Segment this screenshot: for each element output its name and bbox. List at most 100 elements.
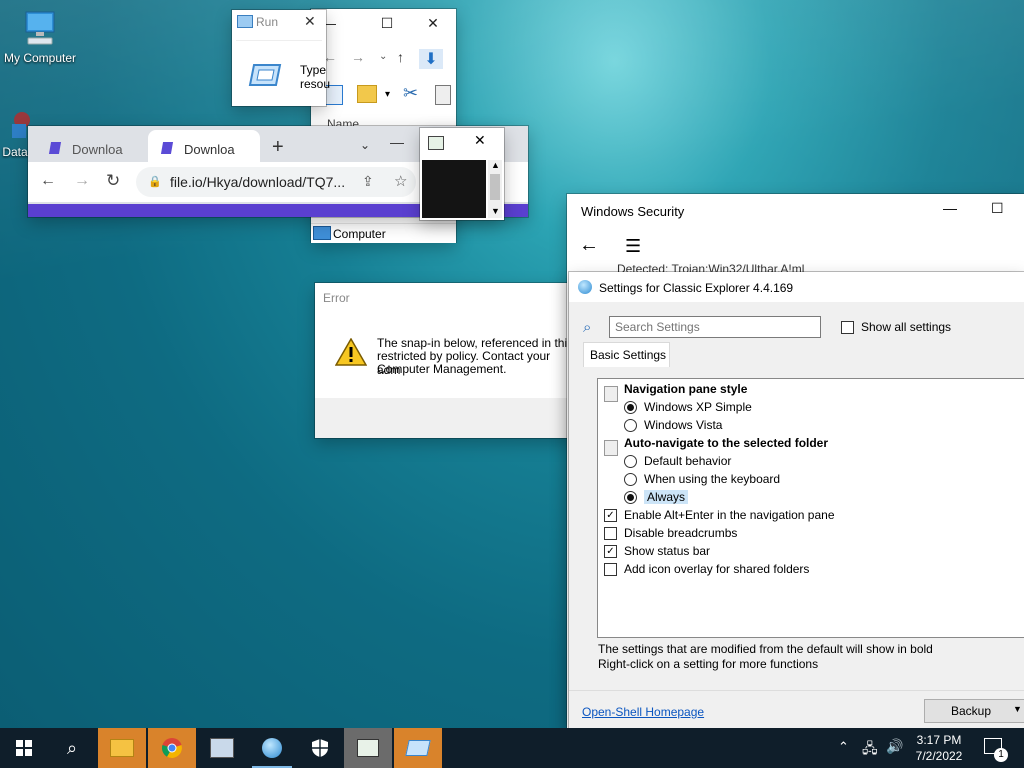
network-icon[interactable]: 🖧 (862, 738, 878, 762)
taskbar-chrome[interactable] (148, 728, 196, 768)
tab-search-chevron-icon[interactable]: ⌄ (360, 138, 370, 152)
desktop-icon-label: Data (2, 145, 28, 159)
desktop-icon-data[interactable]: Data (0, 108, 30, 159)
check-add-icon-overlay[interactable]: Add icon overlay for shared folders (604, 560, 809, 578)
tab-1[interactable]: Downloa (38, 132, 146, 162)
check-show-status-bar[interactable]: ✓ Show status bar (604, 542, 710, 560)
maximize-button[interactable]: ☐ (991, 200, 1004, 217)
checkbox[interactable] (604, 563, 617, 577)
forward-arrow-icon[interactable]: → (74, 172, 90, 190)
option-label: Windows XP Simple (644, 400, 752, 414)
checkbox[interactable] (604, 527, 617, 541)
taskbar-open-shell[interactable] (248, 728, 296, 768)
radio-when-using-keyboard[interactable]: When using the keyboard (624, 470, 780, 488)
checkbox[interactable]: ✓ (604, 509, 617, 523)
classic-explorer-settings-window[interactable]: Settings for Classic Explorer 4.4.169 ⌕ … (569, 272, 1024, 729)
taskbar-windows-security[interactable] (296, 728, 344, 768)
scroll-down-icon[interactable]: ▼ (491, 206, 500, 216)
chevron-up-icon[interactable]: ⌃ (838, 739, 849, 755)
up-arrow-icon[interactable]: ↑ (397, 49, 404, 65)
small-window[interactable]: ✕ ▲ ▼ (420, 128, 504, 220)
black-content (422, 160, 486, 218)
taskbar: ⌕ ⌃ 🖧 🔊 3:17 PM 7/2/2022 1 (0, 728, 1024, 768)
url-text: file.io/Hkya/download/TQ7... (170, 174, 346, 190)
close-icon[interactable]: ✕ (304, 13, 316, 30)
radio-button[interactable] (624, 455, 637, 469)
tab-label: Downloa (184, 142, 235, 157)
radio-windows-xp-simple[interactable]: Windows XP Simple (624, 398, 752, 416)
radio-button[interactable] (624, 419, 637, 433)
dropdown-arrow-icon[interactable]: ▼ (1013, 704, 1022, 714)
share-icon[interactable]: ⇪ (362, 173, 374, 190)
clock[interactable]: 3:17 PM 7/2/2022 (914, 732, 964, 764)
button-label: Backup (951, 704, 992, 718)
folder-icon (110, 739, 134, 757)
desktop-icon-my-computer[interactable]: My Computer (0, 8, 80, 65)
new-tab-button[interactable]: + (272, 136, 284, 159)
settings-group-icon (604, 440, 618, 456)
radio-button[interactable] (624, 401, 637, 415)
tab-basic-settings[interactable]: Basic Settings (583, 342, 670, 367)
close-icon[interactable]: ✕ (474, 132, 486, 149)
info-note: The settings that are modified from the … (598, 642, 933, 656)
radio-default-behavior[interactable]: Default behavior (624, 452, 731, 470)
open-shell-homepage-link[interactable]: Open-Shell Homepage (582, 705, 704, 719)
forward-arrow-icon[interactable]: → (351, 49, 365, 65)
check-enable-alt-enter[interactable]: ✓ Enable Alt+Enter in the navigation pane (604, 506, 835, 524)
scrollbar[interactable]: ▲ ▼ (488, 160, 502, 218)
maximize-button[interactable]: ☐ (367, 9, 407, 37)
taskbar-file-explorer[interactable] (98, 728, 146, 768)
radio-always[interactable]: Always (624, 488, 689, 506)
tab-2-active[interactable]: Downloa (148, 130, 260, 162)
group-navigation-pane-style[interactable]: Navigation pane style (624, 380, 747, 398)
shield-icon (312, 739, 328, 757)
reload-icon[interactable]: ↻ (106, 171, 120, 191)
run-description-2: resou (300, 77, 331, 91)
close-button[interactable]: ✕ (413, 9, 453, 37)
group-auto-navigate[interactable]: Auto-navigate to the selected folder (624, 434, 828, 452)
radio-windows-vista[interactable]: Windows Vista (624, 416, 722, 434)
taskbar-app-window[interactable] (344, 728, 392, 768)
checkbox[interactable] (841, 321, 854, 335)
taskbar-run[interactable] (394, 728, 442, 768)
window-title: Windows Security (581, 204, 685, 219)
option-label: When using the keyboard (644, 472, 781, 486)
shell-icon (578, 280, 592, 294)
scissors-icon[interactable]: ✂ (403, 83, 418, 104)
hamburger-menu-icon[interactable]: ☰ (625, 236, 641, 257)
check-disable-breadcrumbs[interactable]: Disable breadcrumbs (604, 524, 737, 542)
search-button[interactable]: ⌕ (48, 728, 96, 768)
radio-button[interactable] (624, 491, 637, 505)
radio-button[interactable] (624, 473, 637, 487)
backup-button[interactable]: Backup ▼ (924, 699, 1024, 723)
error-message-line: Computer Management. (377, 362, 507, 376)
start-button[interactable] (0, 728, 48, 768)
folder-icon[interactable] (357, 85, 377, 103)
search-input[interactable] (609, 316, 821, 338)
scroll-up-icon[interactable]: ▲ (491, 160, 500, 170)
minimize-button[interactable]: — (943, 200, 957, 216)
run-dialog[interactable]: Run ✕ Type resou (232, 10, 330, 106)
address-bar[interactable]: 🔒 file.io/Hkya/download/TQ7... ⇪ ☆ (136, 167, 416, 197)
bookmark-star-icon[interactable]: ☆ (394, 172, 407, 190)
chevron-down-icon[interactable]: ⌄ (379, 51, 387, 62)
favicon-icon (48, 142, 62, 154)
app-icon (357, 739, 379, 757)
status-item[interactable]: Computer (311, 223, 456, 243)
back-arrow-icon[interactable]: ← (40, 172, 56, 190)
checkbox[interactable]: ✓ (604, 545, 617, 559)
taskbar-computer-management[interactable] (198, 728, 246, 768)
volume-icon[interactable]: 🔊 (886, 738, 903, 755)
minimize-button[interactable]: — (390, 134, 404, 150)
error-dialog[interactable]: Error The snap-in below, referenced in t… (315, 283, 575, 438)
download-icon[interactable]: ⬇ (419, 49, 443, 69)
chevron-down-icon[interactable]: ▾ (385, 89, 390, 100)
settings-tree[interactable]: Navigation pane style Windows XP Simple … (597, 378, 1024, 638)
chrome-icon (162, 738, 182, 759)
copy-icon[interactable] (435, 85, 451, 105)
scroll-thumb[interactable] (490, 174, 500, 200)
run-description: Type (300, 63, 327, 77)
computer-management-icon (210, 738, 234, 758)
show-all-settings-checkbox[interactable]: Show all settings (841, 320, 951, 335)
back-arrow-icon[interactable]: ← (579, 234, 599, 257)
